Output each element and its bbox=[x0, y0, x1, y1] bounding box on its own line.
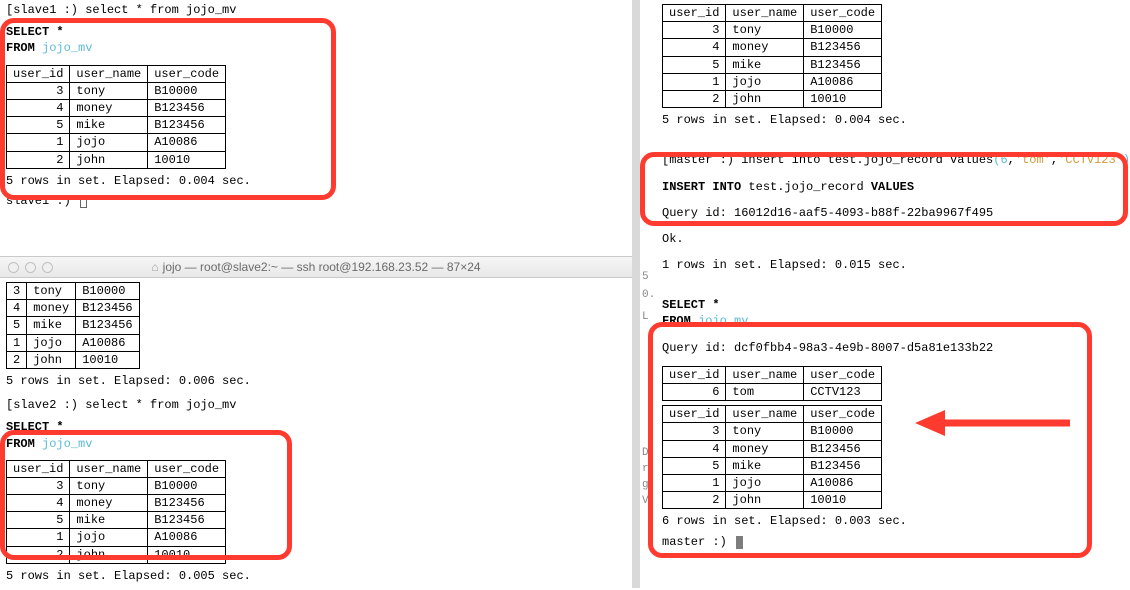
from-kw: FROM bbox=[6, 437, 42, 451]
slave1-prompt[interactable]: [slave1 :) select * from jojo_mv bbox=[6, 2, 626, 18]
ok-text: Ok. bbox=[662, 231, 1124, 247]
col-user-code: user_code bbox=[804, 366, 882, 383]
cursor-icon bbox=[736, 536, 743, 549]
table-row: 3tonyB10000 bbox=[7, 82, 226, 99]
query-id-insert: Query id: 16012d16-aaf5-4093-b88f-22ba99… bbox=[662, 205, 1124, 221]
table-row: 4moneyB123456 bbox=[663, 440, 882, 457]
pane-master: 5 0. L D r g V user_id user_name user_co… bbox=[640, 0, 1130, 588]
table-row: 5mikeB123456 bbox=[663, 457, 882, 474]
table-row: 4moneyB123456 bbox=[7, 495, 226, 512]
table-row: 2john10010 bbox=[663, 90, 882, 107]
table-row: 2john10010 bbox=[7, 546, 226, 563]
slave1-next-prompt[interactable]: slave1 :) bbox=[6, 193, 626, 209]
table-row: 3tonyB10000 bbox=[663, 22, 882, 39]
table-ref: jojo_mv bbox=[42, 41, 92, 55]
pane-slave2: ⌂jojo — root@slave2:~ — ssh root@192.168… bbox=[0, 256, 632, 588]
rows-insert: 1 rows in set. Elapsed: 0.015 sec. bbox=[662, 257, 1124, 273]
table-row: 1jojoA10086 bbox=[663, 474, 882, 491]
master-top-table: user_id user_name user_code 3tonyB10000 … bbox=[662, 4, 882, 108]
master-newrow-table: user_id user_name user_code 6tomCCTV123 bbox=[662, 366, 882, 401]
window-titlebar[interactable]: ⌂jojo — root@slave2:~ — ssh root@192.168… bbox=[0, 256, 632, 278]
select-kw: SELECT * bbox=[6, 25, 64, 39]
slave1-status: 5 rows in set. Elapsed: 0.004 sec. bbox=[6, 173, 626, 189]
col-user-name: user_name bbox=[70, 65, 148, 82]
col-user-name: user_name bbox=[726, 366, 804, 383]
col-user-id: user_id bbox=[7, 65, 70, 82]
slave2-result-table: user_id user_name user_code 3tonyB10000 … bbox=[6, 460, 226, 564]
table-row: 4moneyB123456 bbox=[663, 39, 882, 56]
slave2-top-status: 5 rows in set. Elapsed: 0.006 sec. bbox=[6, 373, 626, 389]
home-icon: ⌂ bbox=[151, 259, 158, 275]
gutter: 5 0. L D r g V bbox=[640, 0, 658, 588]
table-row: 4moneyB123456 bbox=[7, 99, 226, 116]
slave2-prompt[interactable]: [slave2 :) select * from jojo_mv bbox=[6, 397, 626, 413]
col-user-name: user_name bbox=[726, 5, 804, 22]
master-top-status: 5 rows in set. Elapsed: 0.004 sec. bbox=[662, 112, 1124, 128]
col-user-name: user_name bbox=[70, 460, 148, 477]
table-row: 2john10010 bbox=[7, 351, 140, 368]
col-user-id: user_id bbox=[7, 460, 70, 477]
from-kw: FROM bbox=[6, 41, 42, 55]
master-final-status: 6 rows in set. Elapsed: 0.003 sec. bbox=[662, 513, 1124, 529]
slave2-bottom-status: 5 rows in set. Elapsed: 0.005 sec. bbox=[6, 568, 626, 584]
pane-slave1: [slave1 :) select * from jojo_mv SELECT … bbox=[0, 0, 632, 256]
col-user-name: user_name bbox=[726, 406, 804, 423]
select-kw: SELECT * bbox=[662, 298, 720, 312]
col-user-code: user_code bbox=[148, 65, 226, 82]
col-user-code: user_code bbox=[148, 460, 226, 477]
col-user-id: user_id bbox=[663, 406, 726, 423]
table-row: 5mikeB123456 bbox=[7, 317, 140, 334]
table-row: 2john10010 bbox=[7, 151, 226, 168]
cursor-icon bbox=[80, 196, 87, 208]
slave2-top-table: 3tonyB10000 4moneyB123456 5mikeB123456 1… bbox=[6, 282, 140, 369]
query-id-select: Query id: dcf0fbb4-98a3-4e9b-8007-d5a81e… bbox=[662, 340, 1124, 356]
table-row-new: 6tomCCTV123 bbox=[663, 384, 882, 401]
slave1-result-table: user_id user_name user_code 3tonyB10000 … bbox=[6, 65, 226, 169]
table-row: 1jojoA10086 bbox=[7, 529, 226, 546]
table-row: 2john10010 bbox=[663, 492, 882, 509]
table-row: 1jojoA10086 bbox=[663, 73, 882, 90]
from-kw: FROM bbox=[662, 314, 698, 328]
col-user-code: user_code bbox=[804, 5, 882, 22]
table-row: 5mikeB123456 bbox=[663, 56, 882, 73]
table-ref: jojo_mv bbox=[42, 437, 92, 451]
master-next-prompt[interactable]: master :) bbox=[662, 534, 1124, 550]
table-row: 1jojoA10086 bbox=[7, 334, 140, 351]
table-ref: jojo_mv bbox=[698, 314, 748, 328]
table-row: 4moneyB123456 bbox=[7, 300, 140, 317]
master-insert-prompt[interactable]: [master :) insert into test.jojo_record … bbox=[662, 152, 1124, 168]
master-full-table: user_id user_name user_code 3tonyB10000 … bbox=[662, 405, 882, 509]
window-title: ⌂jojo — root@slave2:~ — ssh root@192.168… bbox=[0, 259, 632, 275]
col-user-code: user_code bbox=[804, 406, 882, 423]
table-row: 3tonyB10000 bbox=[7, 477, 226, 494]
col-user-id: user_id bbox=[663, 366, 726, 383]
table-row: 3tonyB10000 bbox=[7, 283, 140, 300]
table-row: 1jojoA10086 bbox=[7, 134, 226, 151]
col-user-id: user_id bbox=[663, 5, 726, 22]
table-row: 5mikeB123456 bbox=[7, 117, 226, 134]
table-row: 3tonyB10000 bbox=[663, 423, 882, 440]
insert-echo: INSERT INTO test.jojo_record VALUES bbox=[662, 179, 1124, 195]
table-row: 5mikeB123456 bbox=[7, 512, 226, 529]
select-kw: SELECT * bbox=[6, 420, 64, 434]
